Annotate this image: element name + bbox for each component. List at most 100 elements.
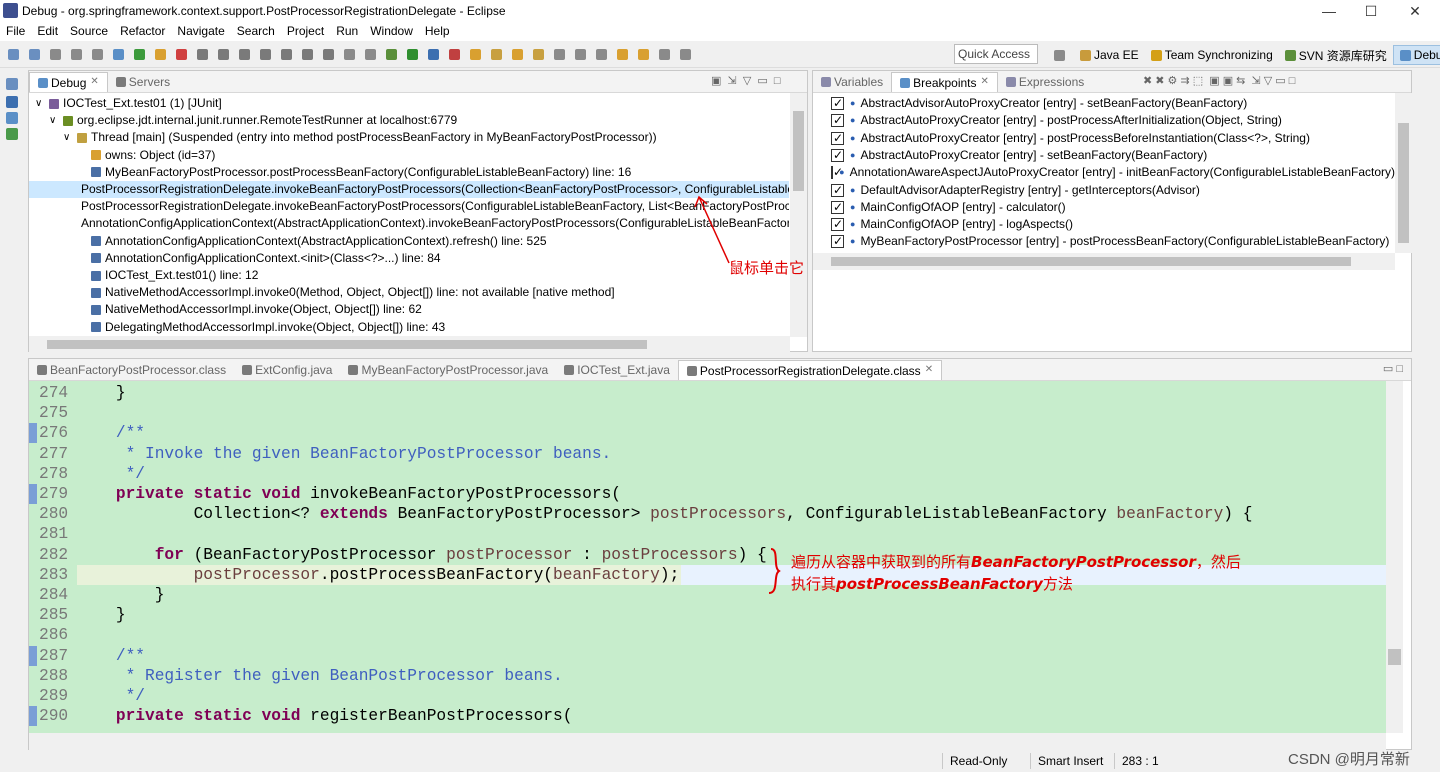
breakpoint-checkbox[interactable] (831, 216, 844, 233)
tab-beanfactorypostprocessor-class[interactable]: BeanFactoryPostProcessor.class (29, 360, 234, 380)
stack-frame-row[interactable]: AnnotationConfigApplicationContext(Abstr… (29, 215, 789, 232)
menu-refactor[interactable]: Refactor (114, 22, 171, 41)
close-tab-icon[interactable]: ✕ (981, 76, 989, 87)
expand-arrow-icon[interactable]: ∨ (63, 129, 77, 146)
tab-breakpoints[interactable]: Breakpoints ✕ (891, 72, 998, 92)
toolbar-tool-icon[interactable] (239, 49, 250, 60)
expand-arrow-icon[interactable]: ∨ (35, 95, 49, 112)
toolbar-tool-icon[interactable] (71, 49, 82, 60)
editor-vertical-scrollbar[interactable] (1386, 381, 1403, 733)
toolbar-tool-icon[interactable] (659, 49, 670, 60)
menu-navigate[interactable]: Navigate (171, 22, 230, 41)
breakpoint-checkbox[interactable] (831, 95, 844, 112)
breakpoint-row[interactable]: ●AbstractAutoProxyCreator [entry] - post… (831, 112, 1395, 129)
minimize-button[interactable]: — (1306, 0, 1352, 22)
menu-help[interactable]: Help (419, 22, 456, 41)
breakpoint-checkbox[interactable] (831, 112, 844, 129)
stack-frame-row[interactable]: ∨ org.eclipse.jdt.internal.junit.runner.R… (29, 112, 789, 129)
menu-window[interactable]: Window (364, 22, 419, 41)
toolbar-tool-icon[interactable] (533, 49, 544, 60)
breakpoint-row[interactable]: ●AbstractAdvisorAutoProxyCreator [entry]… (831, 95, 1395, 112)
stack-frame-row[interactable]: NativeMethodAccessorImpl.invoke0(Method,… (29, 284, 789, 301)
bp-horizontal-scrollbar[interactable] (813, 253, 1395, 270)
toolbar-tool-icon[interactable] (554, 49, 565, 60)
breakpoint-row[interactable]: ●MainConfigOfAOP [entry] - calculator() (831, 199, 1395, 216)
breakpoint-row[interactable]: ●AnnotationAwareAspectJAutoProxyCreator … (831, 164, 1395, 181)
fold-marker[interactable] (29, 645, 37, 666)
tab-debug[interactable]: Debug ✕ (29, 72, 108, 92)
toolbar-tool-icon[interactable] (491, 49, 502, 60)
toolbar-tool-icon[interactable] (92, 49, 103, 60)
tab-mybeanfactorypostprocessor-java[interactable]: MyBeanFactoryPostProcessor.java (340, 360, 556, 380)
toolbar-tool-icon[interactable] (281, 49, 292, 60)
toolbar-tool-icon[interactable] (638, 49, 649, 60)
breakpoint-checkbox[interactable] (831, 164, 844, 181)
toolbar-tool-icon[interactable] (218, 49, 229, 60)
tab-servers[interactable]: Servers (108, 72, 178, 92)
open-perspective-icon[interactable] (1048, 48, 1074, 63)
menu-project[interactable]: Project (281, 22, 330, 41)
breakpoint-row[interactable]: ●AbstractAutoProxyCreator [entry] - setB… (831, 147, 1395, 164)
tab-expressions[interactable]: Expressions (998, 72, 1092, 92)
stack-frame-row[interactable]: PostProcessorRegistrationDelegate.invoke… (29, 181, 789, 198)
toolbar-tool-icon[interactable] (323, 49, 334, 60)
breakpoint-row[interactable]: ●AbstractAutoProxyCreator [entry] - post… (831, 130, 1395, 147)
toolbar-tool-icon[interactable] (260, 49, 271, 60)
toolbar-tool-icon[interactable] (113, 49, 124, 60)
tab-postprocessorregistrationdelegate-class[interactable]: PostProcessorRegistrationDelegate.class ✕ (677, 360, 943, 380)
fold-marker[interactable] (29, 423, 37, 444)
toolbar-tool-icon[interactable] (365, 49, 376, 60)
toolbar-tool-icon[interactable] (428, 49, 439, 60)
toolbar-tool-icon[interactable] (596, 49, 607, 60)
stack-frame-row[interactable]: AnnotationConfigApplicationContext.<init… (29, 250, 789, 267)
menu-edit[interactable]: Edit (31, 22, 64, 41)
quick-access-input[interactable]: Quick Access (954, 44, 1038, 64)
debug-vertical-scrollbar[interactable] (790, 93, 807, 337)
breakpoint-checkbox[interactable] (831, 199, 844, 216)
toolbar-tool-icon[interactable] (197, 49, 208, 60)
breakpoint-checkbox[interactable] (831, 130, 844, 147)
tab-extconfig-java[interactable]: ExtConfig.java (234, 360, 340, 380)
stack-frame-row[interactable]: owns: Object (id=37) (29, 147, 789, 164)
breakpoint-checkbox[interactable] (831, 147, 844, 164)
toolbar-tool-icon[interactable] (449, 49, 460, 60)
editor-horizontal-scrollbar[interactable] (29, 733, 1386, 750)
maximize-button[interactable]: ☐ (1348, 0, 1394, 22)
toolbar-tool-icon[interactable] (134, 49, 145, 60)
menu-file[interactable]: File (0, 22, 31, 41)
perspective-java-ee[interactable]: Java EE (1074, 46, 1145, 64)
stack-frame-row[interactable]: DelegatingMethodAccessorImpl.invoke(Obje… (29, 319, 789, 336)
close-tab-icon[interactable]: ✕ (90, 76, 98, 87)
menu-search[interactable]: Search (231, 22, 281, 41)
close-button[interactable]: ✕ (1392, 0, 1438, 22)
breakpoint-row[interactable]: ●MainConfigOfAOP [entry] - logAspects() (831, 216, 1395, 233)
fold-marker[interactable] (29, 484, 37, 504)
history-icon[interactable] (6, 112, 18, 124)
toolbar-tool-icon[interactable] (512, 49, 523, 60)
console-icon[interactable] (6, 96, 18, 108)
bp-vertical-scrollbar[interactable] (1395, 93, 1412, 253)
toolbar-tool-icon[interactable] (302, 49, 313, 60)
toolbar-tool-icon[interactable] (155, 49, 166, 60)
toolbar-tool-icon[interactable] (50, 49, 61, 60)
stack-frame-row[interactable]: ∨ Thread [main] (Suspended (entry into me… (29, 129, 789, 146)
tab-variables[interactable]: Variables (813, 72, 891, 92)
toolbar-tool-icon[interactable] (386, 49, 397, 60)
tab-ioctest-ext-java[interactable]: IOCTest_Ext.java (556, 360, 678, 380)
menu-source[interactable]: Source (64, 22, 114, 41)
toolbar-tool-icon[interactable] (8, 49, 19, 60)
toolbar-tool-icon[interactable] (29, 49, 40, 60)
fold-marker[interactable] (29, 706, 37, 727)
breakpoint-checkbox[interactable] (831, 182, 844, 199)
toolbar-tool-icon[interactable] (344, 49, 355, 60)
breakpoint-checkbox[interactable] (831, 233, 844, 250)
toolbar-tool-icon[interactable] (407, 49, 418, 60)
stack-frame-row[interactable]: AnnotationConfigApplicationContext(Abstr… (29, 233, 789, 250)
stack-frame-row[interactable]: NativeMethodAccessorImpl.invoke(Object, … (29, 301, 789, 318)
stack-frame-row[interactable]: ∨ IOCTest_Ext.test01 (1) [JUnit] (29, 95, 789, 112)
outline-icon[interactable] (6, 128, 18, 140)
toolbar-tool-icon[interactable] (470, 49, 481, 60)
breakpoint-row[interactable]: ●MyBeanFactoryPostProcessor [entry] - po… (831, 233, 1395, 250)
toolbar-tool-icon[interactable] (680, 49, 691, 60)
perspective-svn-资源库研究[interactable]: SVN 资源库研究 (1279, 45, 1393, 66)
